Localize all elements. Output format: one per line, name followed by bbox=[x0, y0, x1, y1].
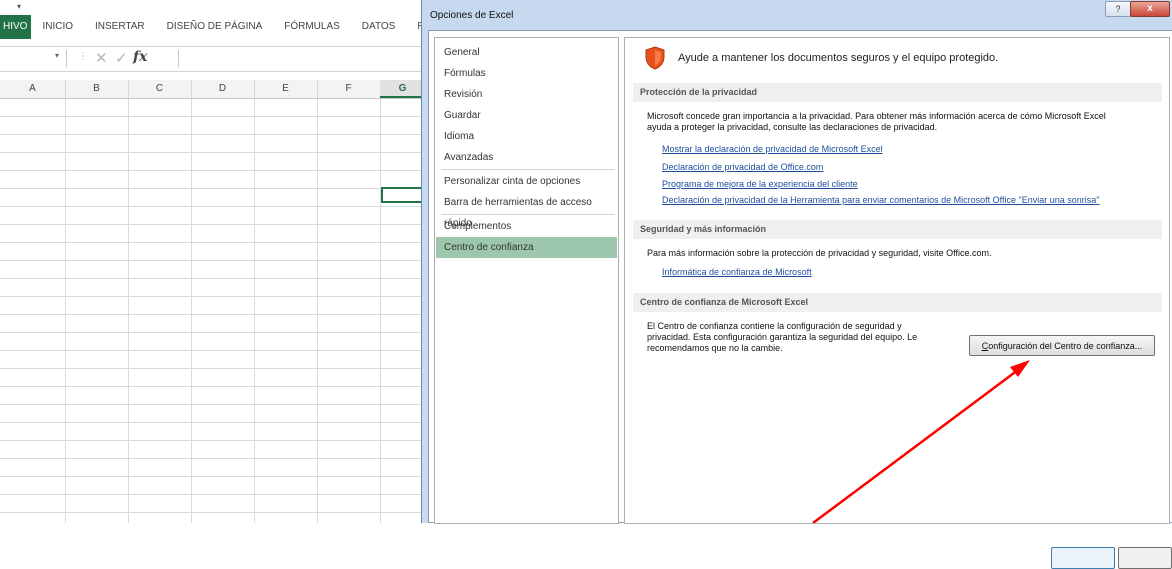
ok-button[interactable] bbox=[1051, 547, 1115, 569]
cancel-button[interactable] bbox=[1118, 547, 1172, 569]
annotation-arrow bbox=[812, 360, 1030, 523]
annotation-arrow-line bbox=[812, 368, 1019, 523]
